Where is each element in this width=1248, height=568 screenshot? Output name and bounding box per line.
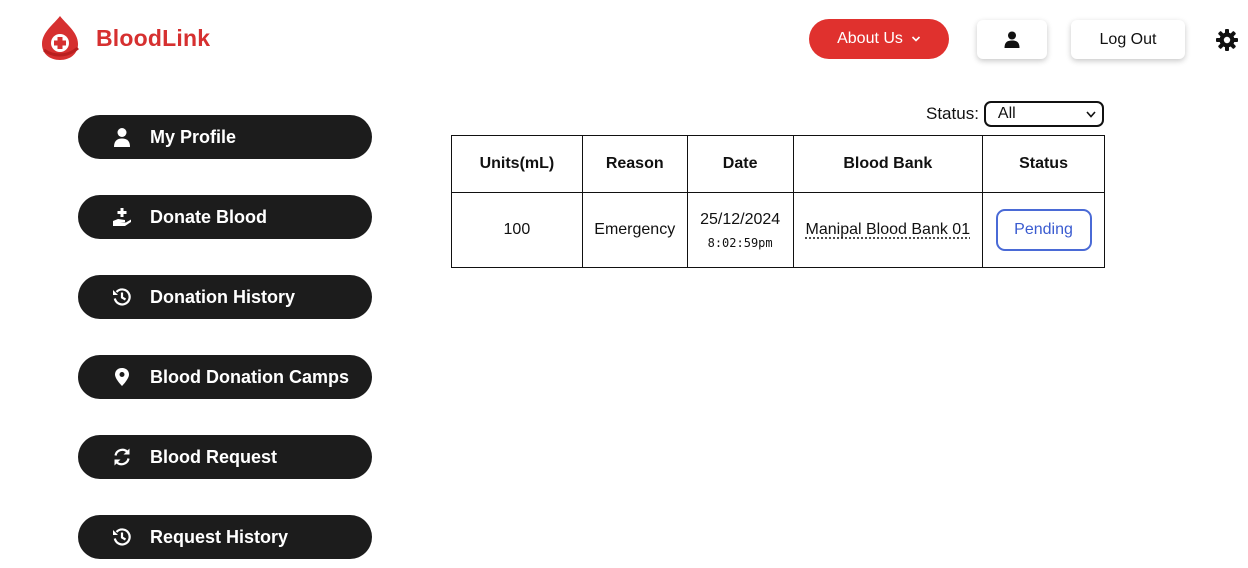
history-table: Units(mL) Reason Date Blood Bank Status … <box>451 135 1105 268</box>
brand-logo[interactable]: BloodLink <box>38 14 210 62</box>
about-us-label: About Us <box>837 30 903 47</box>
logout-button[interactable]: Log Out <box>1071 20 1185 59</box>
status-badge[interactable]: Pending <box>995 209 1092 251</box>
column-header-date: Date <box>686 135 794 193</box>
brand-name: BloodLink <box>96 24 211 51</box>
user-account-button[interactable] <box>977 20 1047 59</box>
blood-drop-logo-icon <box>42 16 79 60</box>
sidebar-item-label: My Profile <box>150 127 237 147</box>
table-row: 100 Emergency 25/12/2024 8:02:59pm Manip… <box>451 192 1105 268</box>
status-select-value: All <box>997 105 1016 122</box>
history-icon <box>112 287 132 307</box>
column-header-units: Units(mL) <box>451 135 583 193</box>
units-cell: 100 <box>451 192 583 268</box>
chevron-down-icon <box>911 36 920 42</box>
sidebar-item-label: Request History <box>150 527 289 547</box>
sidebar-item-donate-blood[interactable]: Donate Blood <box>78 195 372 239</box>
time-value: 8:02:59pm <box>707 235 773 250</box>
user-icon <box>1004 31 1020 48</box>
sidebar-item-my-profile[interactable]: My Profile <box>78 115 372 159</box>
table-header-row: Units(mL) Reason Date Blood Bank Status <box>451 135 1105 193</box>
reason-cell: Emergency <box>581 192 688 268</box>
about-us-button[interactable]: About Us <box>809 19 949 59</box>
status-filter: Status: All <box>926 101 1104 127</box>
date-cell: 25/12/2024 8:02:59pm <box>686 192 794 268</box>
status-cell: Pending <box>982 192 1105 268</box>
chevron-down-icon <box>1086 111 1096 118</box>
blood-bank-cell: Manipal Blood Bank 01 <box>792 192 984 268</box>
status-filter-label: Status: <box>926 104 979 123</box>
sidebar-item-blood-request[interactable]: Blood Request <box>78 435 372 479</box>
user-icon <box>112 127 132 147</box>
sidebar-item-request-history[interactable]: Request History <box>78 515 372 559</box>
hand-holding-medical-icon <box>112 207 132 227</box>
sidebar-item-label: Donate Blood <box>150 207 267 227</box>
sidebar-item-donation-history[interactable]: Donation History <box>78 275 372 319</box>
gear-icon <box>1216 29 1238 51</box>
sidebar-item-label: Blood Request <box>150 447 278 467</box>
sidebar-item-blood-donation-camps[interactable]: Blood Donation Camps <box>78 355 372 399</box>
status-select[interactable]: All <box>983 101 1104 127</box>
column-header-reason: Reason <box>581 135 688 193</box>
location-pin-icon <box>112 367 132 387</box>
column-header-blood-bank: Blood Bank <box>792 135 984 193</box>
history-icon <box>112 527 132 547</box>
sidebar-item-label: Blood Donation Camps <box>150 367 349 387</box>
blood-bank-link[interactable]: Manipal Blood Bank 01 <box>806 221 971 238</box>
sidebar-item-label: Donation History <box>150 287 296 307</box>
column-header-status: Status <box>982 135 1105 193</box>
settings-button[interactable] <box>1215 28 1239 52</box>
date-value: 25/12/2024 <box>700 210 781 228</box>
sync-icon <box>112 447 132 467</box>
